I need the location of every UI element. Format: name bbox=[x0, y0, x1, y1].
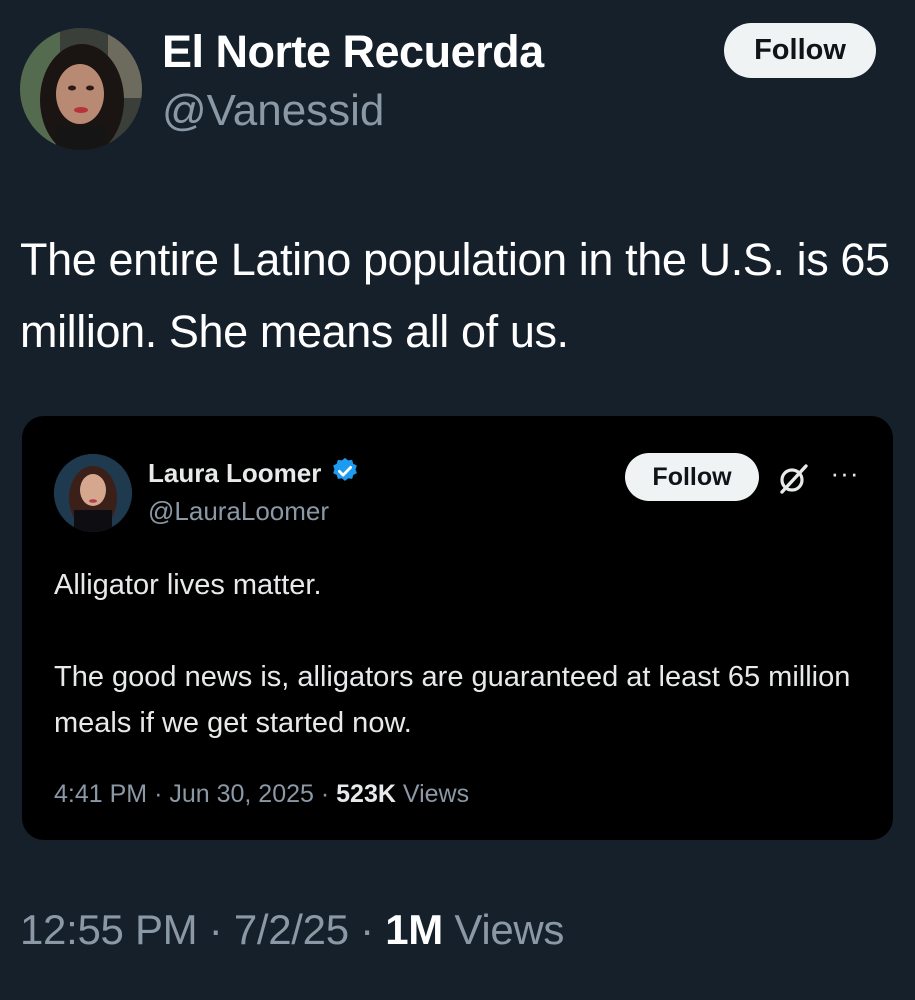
meta-separator: · bbox=[208, 906, 223, 953]
quoted-name-row: Laura Loomer bbox=[148, 456, 360, 491]
quoted-views-label: Views bbox=[402, 780, 470, 808]
quoted-display-name[interactable]: Laura Loomer bbox=[148, 458, 321, 489]
quoted-tweet-card[interactable]: Laura Loomer @LauraLoomer Follow ··· All… bbox=[22, 416, 893, 840]
verified-badge-icon bbox=[330, 456, 360, 491]
tweet-meta: 12:55 PM · 7/2/25 · 1M Views bbox=[20, 906, 564, 954]
meta-separator: · bbox=[360, 906, 374, 953]
quoted-follow-button[interactable]: Follow bbox=[625, 453, 759, 501]
tweet-text: The entire Latino population in the U.S.… bbox=[20, 234, 890, 357]
quoted-tweet-text: Alligator lives matter. The good news is… bbox=[54, 562, 864, 746]
grok-icon[interactable] bbox=[776, 462, 810, 496]
follow-button[interactable]: Follow bbox=[724, 23, 876, 78]
tweet-views-count: 1M bbox=[385, 906, 443, 953]
author-handle[interactable]: @Vanessid bbox=[162, 86, 384, 136]
tweet-page: El Norte Recuerda @Vanessid Follow The e… bbox=[0, 0, 915, 1000]
author-avatar[interactable] bbox=[20, 28, 142, 150]
quoted-paragraph: The good news is, alligators are guarant… bbox=[54, 661, 851, 739]
meta-separator: · bbox=[320, 780, 330, 808]
quoted-views-count: 523K bbox=[336, 780, 396, 808]
tweet-time[interactable]: 12:55 PM bbox=[20, 906, 198, 953]
quoted-meta: 4:41 PM · Jun 30, 2025 · 523K Views bbox=[54, 780, 469, 809]
quoted-author-avatar[interactable] bbox=[54, 454, 132, 532]
meta-separator: · bbox=[154, 780, 163, 808]
more-icon[interactable]: ··· bbox=[827, 458, 863, 488]
quoted-date[interactable]: Jun 30, 2025 bbox=[169, 780, 314, 808]
quoted-handle[interactable]: @LauraLoomer bbox=[148, 496, 329, 527]
quoted-time[interactable]: 4:41 PM bbox=[54, 780, 147, 808]
author-display-name[interactable]: El Norte Recuerda bbox=[162, 26, 544, 78]
tweet-date[interactable]: 7/2/25 bbox=[234, 906, 349, 953]
quoted-paragraph: Alligator lives matter. bbox=[54, 569, 322, 601]
tweet-views-label: Views bbox=[454, 906, 565, 953]
